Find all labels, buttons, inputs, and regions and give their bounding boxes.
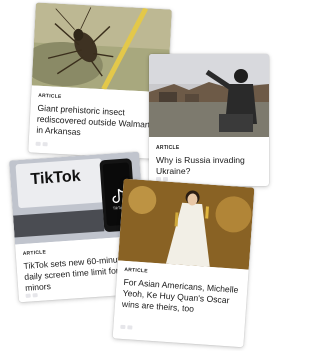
card-indicator <box>25 293 38 298</box>
article-tag: ARTICLE <box>37 92 62 101</box>
oscar-winner-image <box>118 178 255 270</box>
card-indicator <box>35 141 48 147</box>
article-title[interactable]: For Asian Americans, Michelle Yeoh, Ke H… <box>122 277 242 318</box>
tiktok-logo-text: TikTok <box>29 167 82 189</box>
article-card-oscar[interactable]: ARTICLE For Asian Americans, Michelle Ye… <box>112 178 255 348</box>
article-title[interactable]: Giant prehistoric insect rediscovered ou… <box>36 103 158 142</box>
article-tag: ARTICLE <box>124 266 148 275</box>
war-soldier-image <box>149 54 269 137</box>
card-indicator <box>120 324 133 330</box>
article-tag: ARTICLE <box>22 249 47 257</box>
article-card-russia[interactable]: ARTICLE Why is Russia invading Ukraine? <box>149 54 269 186</box>
article-title[interactable]: Why is Russia invading Ukraine? <box>156 155 264 177</box>
article-tag: ARTICLE <box>156 145 180 151</box>
